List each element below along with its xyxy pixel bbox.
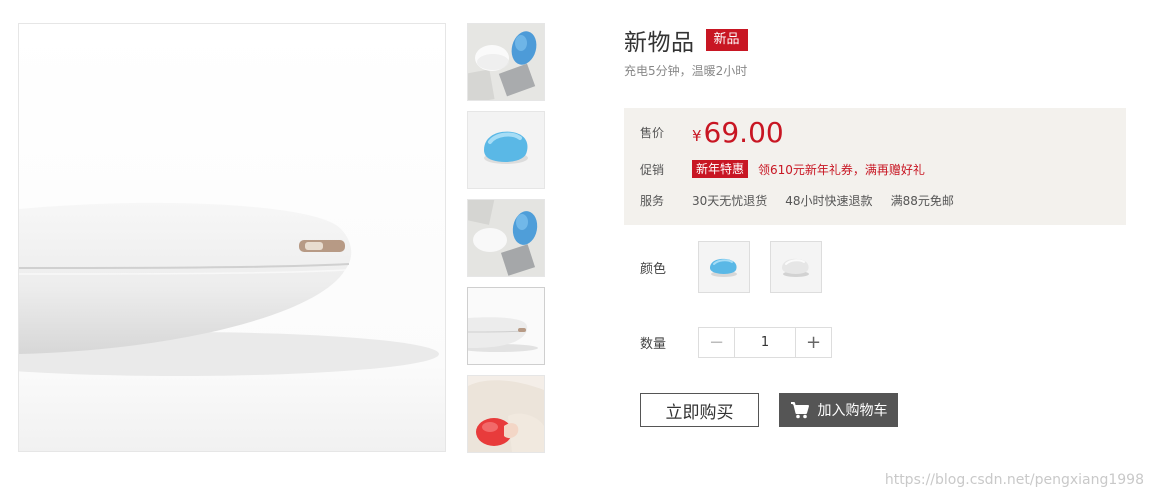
thumbnail-4[interactable]	[467, 287, 545, 365]
thumbnail-1-illustration	[468, 24, 544, 100]
product-info: 新物品 新品 充电5分钟，温暖2小时 售价 ¥ 69.00 促销 新年特惠 领6…	[624, 23, 1126, 427]
price-panel: 售价 ¥ 69.00 促销 新年特惠 领610元新年礼券，满再赠好礼 服务 30…	[624, 108, 1126, 225]
price-label: 售价	[640, 126, 665, 140]
white-warmer-swatch-icon	[782, 258, 809, 277]
thumbnail-3-illustration	[468, 200, 544, 276]
promo-text[interactable]: 领610元新年礼券，满再赠好礼	[758, 161, 925, 178]
hand-warmer-main-illustration	[19, 24, 445, 451]
color-option-white[interactable]	[770, 241, 822, 293]
add-to-cart-label: 加入购物车	[817, 403, 888, 419]
watermark-text: https://blog.csdn.net/pengxiang1998	[884, 472, 1144, 488]
price-value: 69.00	[703, 116, 784, 149]
currency-symbol: ¥	[692, 126, 702, 145]
color-label: 颜色	[640, 261, 667, 277]
product-title: 新物品	[624, 30, 695, 56]
blue-warmer-swatch-icon	[710, 258, 737, 277]
service-label: 服务	[640, 194, 665, 208]
shopping-cart-icon	[790, 401, 810, 419]
quantity-increase-button[interactable]: +	[795, 328, 831, 357]
quantity-label: 数量	[640, 337, 667, 352]
buy-now-button[interactable]: 立即购买	[640, 393, 759, 427]
thumbnail-5-illustration	[468, 376, 544, 452]
quantity-row: 数量 − +	[640, 327, 832, 358]
promo-tag: 新年特惠	[692, 160, 749, 178]
thumbnail-4-illustration	[468, 288, 544, 364]
quantity-input[interactable]	[735, 328, 795, 357]
service-item: 满88元免邮	[890, 194, 954, 208]
thumbnail-1[interactable]	[467, 23, 545, 101]
color-row: 颜色	[640, 241, 842, 293]
product-subtitle: 充电5分钟，温暖2小时	[624, 64, 748, 78]
service-item: 30天无忧退货	[692, 194, 768, 208]
thumbnail-2-illustration	[468, 112, 544, 188]
thumbnail-3[interactable]	[467, 199, 545, 277]
add-to-cart-button[interactable]: 加入购物车	[779, 393, 898, 427]
action-buttons: 立即购买 加入购物车	[640, 393, 898, 427]
promo-row: 促销 新年特惠 领610元新年礼券，满再赠好礼	[640, 160, 925, 178]
thumbnail-list	[467, 23, 545, 463]
quantity-decrease-button[interactable]: −	[699, 328, 735, 357]
price-row: 售价 ¥ 69.00	[640, 116, 784, 149]
thumbnail-2[interactable]	[467, 111, 545, 189]
thumbnail-5[interactable]	[467, 375, 545, 453]
quantity-stepper: − +	[698, 327, 832, 358]
main-product-image	[18, 23, 446, 452]
title-row: 新物品 新品	[624, 23, 1126, 57]
service-row: 服务 30天无忧退货 48小时快速退款 满88元免邮	[640, 192, 972, 209]
color-option-blue[interactable]	[698, 241, 750, 293]
promo-label: 促销	[640, 162, 665, 177]
service-item: 48小时快速退款	[785, 194, 873, 208]
new-badge: 新品	[705, 29, 748, 51]
